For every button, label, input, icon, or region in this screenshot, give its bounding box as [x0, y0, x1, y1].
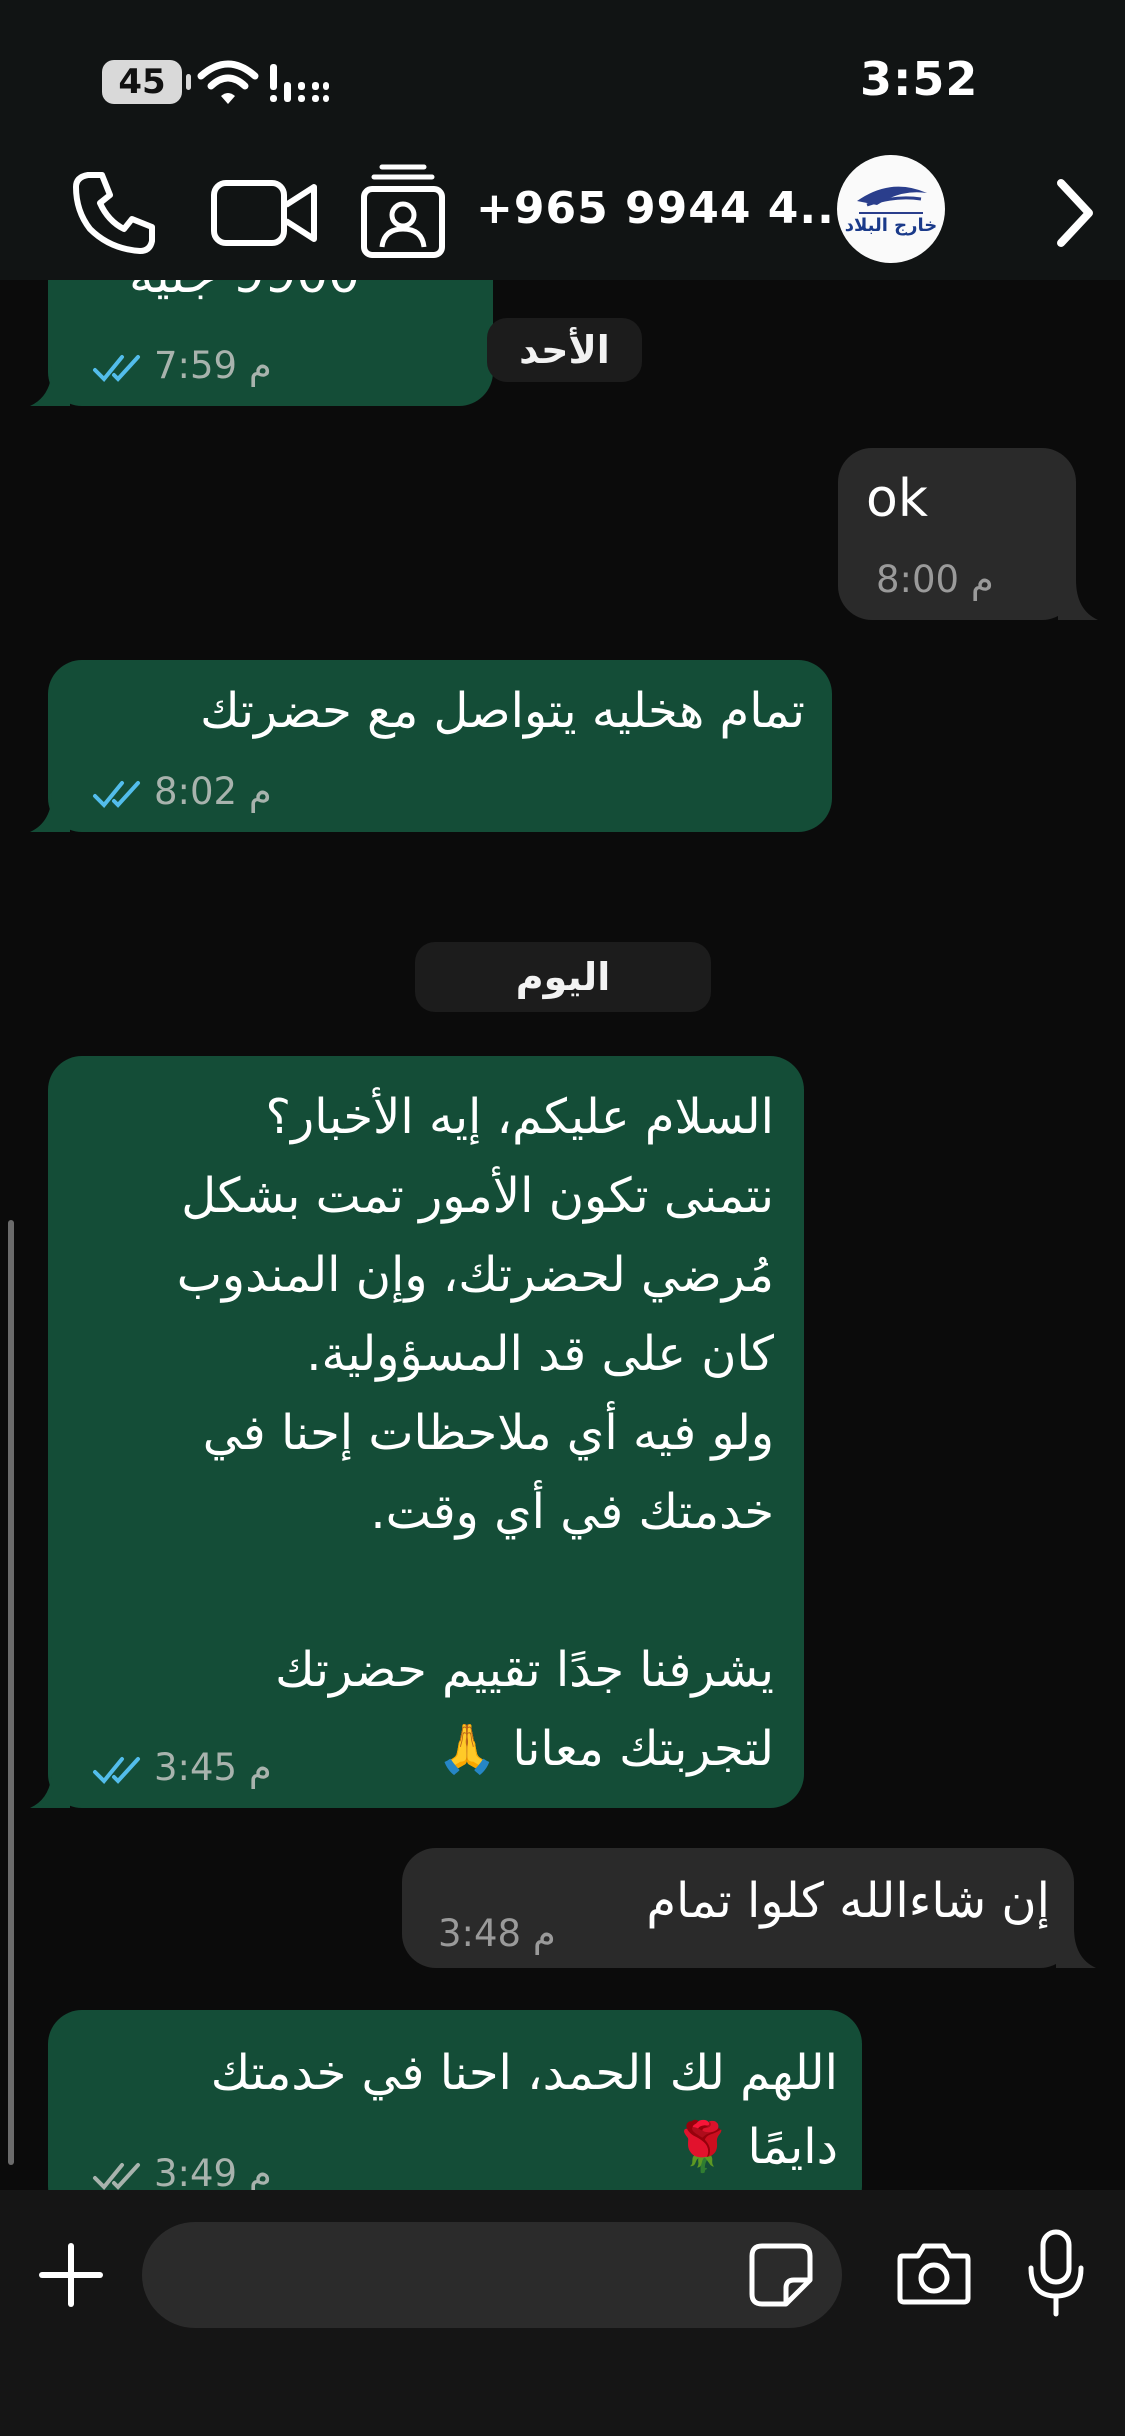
read-ticks-icon	[93, 354, 140, 382]
scrollbar[interactable]	[8, 1220, 14, 2165]
message-input[interactable]	[142, 2222, 842, 2328]
message-meta: 3:49 م	[92, 2152, 272, 2195]
read-ticks-icon	[93, 1756, 140, 1784]
message-text: ok	[866, 469, 928, 529]
sticker-icon[interactable]	[748, 2242, 814, 2308]
microphone-icon[interactable]	[1025, 2228, 1087, 2320]
date-separator-sunday: الأحد	[487, 318, 642, 382]
bubble-tail	[30, 366, 70, 406]
bubble-tail	[30, 1768, 70, 1808]
message-text: تمام هخليه يتواصل مع حضرتك	[200, 683, 805, 739]
video-camera-icon[interactable]	[210, 173, 320, 253]
status-time: 3:52	[860, 52, 979, 106]
bubble-tail	[1056, 1928, 1096, 1968]
avatar-label: خارج البلاد	[844, 215, 938, 236]
phone-icon[interactable]	[70, 167, 160, 257]
bubble-tail	[1058, 580, 1098, 620]
contact-name[interactable]: +965 9944 4...	[476, 183, 853, 234]
read-ticks-icon	[93, 780, 140, 808]
logo-icon	[839, 157, 943, 261]
chat-screen: 9900 جنيه 7:59 م الأحد ok 8:00 م تمام هخ…	[0, 0, 1125, 2436]
message-meta: 7:59 م	[92, 344, 272, 387]
date-separator-today: اليوم	[415, 942, 711, 1012]
message-meta: 8:00 م	[876, 558, 994, 601]
message-text: السلام عليكم، إيه الأخبار؟ نتمنى تكون ال…	[176, 1089, 774, 1777]
battery-indicator: 45	[102, 60, 191, 104]
signal-icon	[270, 64, 329, 102]
avatar[interactable]: خارج البلاد	[837, 155, 945, 263]
wifi-icon	[197, 60, 259, 104]
status-bar: 45 3:52	[0, 0, 1125, 155]
message-meta: 3:45 م	[92, 1746, 272, 1789]
plus-icon[interactable]	[36, 2240, 106, 2310]
chat-header: +965 9944 4... خارج البلاد	[0, 155, 1125, 280]
message-meta: 8:02 م	[92, 770, 272, 813]
contact-card-icon[interactable]	[358, 161, 448, 261]
chevron-right-icon[interactable]	[1045, 173, 1105, 253]
message-text: إن شاءالله كلوا تمام	[646, 1873, 1050, 1929]
message-meta: 3:48 م	[438, 1912, 556, 1955]
message-composer	[0, 2190, 1125, 2436]
delivered-ticks-icon	[93, 2162, 140, 2190]
bubble-tail	[30, 792, 70, 832]
camera-icon[interactable]	[896, 2238, 972, 2308]
